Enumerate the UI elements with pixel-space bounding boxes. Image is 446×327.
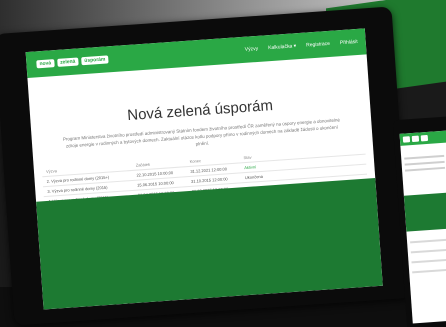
tablet-screen: nová zelená úsporám Výzvy Kalkulačka ▾ R…: [25, 28, 383, 310]
text-line: [404, 160, 445, 166]
text-line: [410, 238, 446, 244]
phone-navbar: [399, 130, 446, 146]
cell-zacatek: 15.06.2015 10:00:00: [137, 180, 174, 188]
site-logo[interactable]: nová zelená úsporám: [36, 55, 109, 69]
cell-konec: 31.10.2015 12:00:00: [190, 176, 228, 184]
cell-konec: 31.12.2021 12:00:00: [190, 166, 228, 174]
text-line: [412, 268, 446, 274]
phone-green-band: [403, 192, 446, 232]
phone-screen: [399, 130, 446, 324]
photo-scene: nová zelená úsporám Výzvy Kalkulačka ▾ R…: [0, 0, 446, 327]
text-line: [404, 154, 445, 160]
col-header-konec: Konec: [189, 158, 202, 164]
nav-link-kalkulacka[interactable]: Kalkulačka ▾: [268, 43, 296, 51]
top-navbar: nová zelená úsporám Výzvy Kalkulačka ▾ R…: [25, 28, 367, 79]
cell-zacatek: 22.10.2015 10:00:00: [136, 170, 174, 178]
logo-word-3: úsporám: [81, 55, 109, 66]
phone-intro-lines: [404, 154, 446, 176]
col-header-zacatek: Začátek: [135, 161, 151, 168]
phone-logo-pill: [402, 136, 411, 143]
logo-word-2: zelená: [56, 57, 79, 67]
nav-link-prihlasit[interactable]: Přihlásit: [340, 39, 358, 46]
phone-table: [410, 238, 446, 281]
nav-links: Výzvy Kalkulačka ▾ Registrace Přihlásit: [245, 39, 358, 53]
phone-logo-pill: [411, 135, 420, 143]
phone-logo-pill: [420, 134, 429, 142]
text-line: [410, 248, 446, 254]
text-line: [405, 166, 446, 172]
tablet-device: nová zelená úsporám Výzvy Kalkulačka ▾ R…: [0, 6, 412, 326]
nav-link-vyzvy[interactable]: Výzvy: [245, 46, 259, 53]
text-line: [411, 258, 446, 264]
logo-word-1: nová: [36, 59, 55, 69]
green-footer-band: [36, 178, 383, 310]
nav-link-registrace[interactable]: Registrace: [306, 41, 330, 49]
